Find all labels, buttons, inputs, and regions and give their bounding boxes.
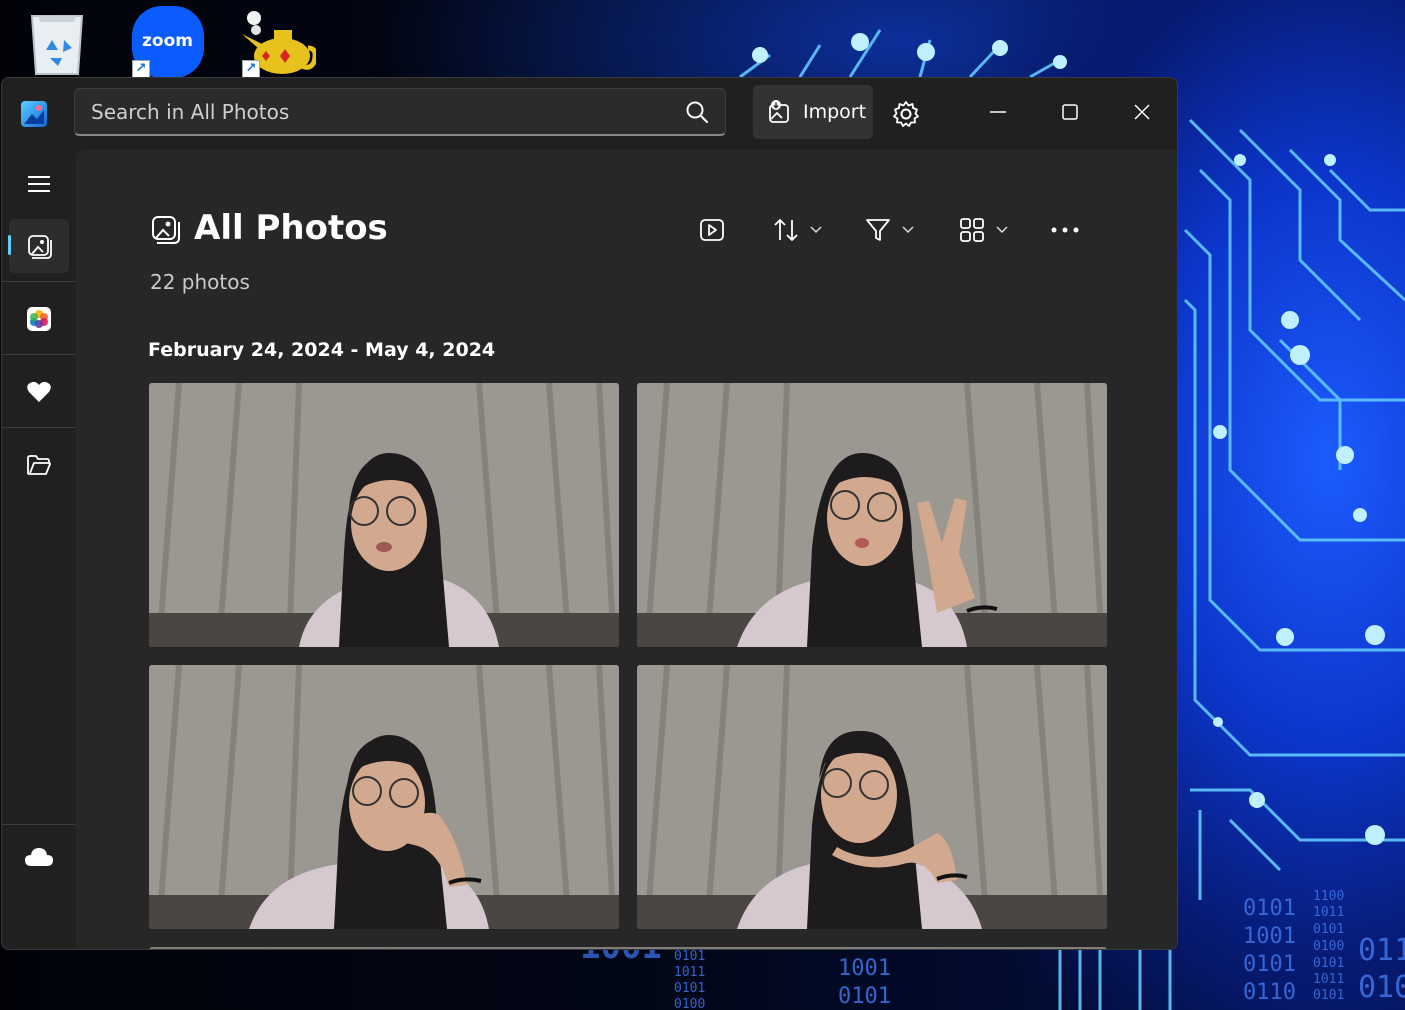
search-input[interactable] bbox=[75, 89, 665, 135]
svg-text:0101: 0101 bbox=[1313, 988, 1344, 1003]
photos-app-icon bbox=[20, 100, 48, 128]
minimize-icon bbox=[990, 111, 1006, 113]
slideshow-icon bbox=[700, 219, 724, 241]
chevron-down-icon bbox=[902, 226, 914, 234]
svg-text:0101: 0101 bbox=[1243, 896, 1296, 921]
hamburger-menu-button[interactable] bbox=[9, 157, 69, 211]
hamburger-icon bbox=[28, 176, 50, 192]
nav-item-favorites[interactable] bbox=[9, 365, 69, 419]
photo-thumbnail[interactable] bbox=[637, 383, 1107, 647]
close-icon bbox=[1134, 104, 1150, 120]
maximize-button[interactable] bbox=[1048, 92, 1092, 132]
genie-lamp-icon[interactable]: ↗ bbox=[236, 4, 318, 78]
maximize-icon bbox=[1062, 104, 1078, 120]
nav-item-all-photos[interactable] bbox=[8, 219, 69, 273]
selected-indicator bbox=[8, 235, 11, 255]
search-icon[interactable] bbox=[685, 100, 709, 124]
svg-text:0101: 0101 bbox=[1313, 922, 1344, 937]
date-range-header: February 24, 2024 - May 4, 2024 bbox=[148, 339, 496, 361]
chevron-down-icon bbox=[810, 226, 822, 234]
zoom-icon-label: zoom bbox=[142, 31, 193, 51]
close-button[interactable] bbox=[1120, 92, 1164, 132]
title-bar: Import bbox=[2, 78, 1177, 150]
zoom-desktop-icon[interactable]: zoom ↗ bbox=[126, 4, 206, 78]
photo-thumbnail[interactable] bbox=[149, 383, 619, 647]
svg-text:1011: 1011 bbox=[1313, 905, 1344, 920]
filter-icon bbox=[866, 219, 890, 241]
icloud-photos-icon bbox=[27, 307, 51, 331]
import-button[interactable]: Import bbox=[753, 85, 873, 139]
filter-button[interactable] bbox=[864, 212, 914, 248]
more-options-button[interactable] bbox=[1050, 212, 1080, 248]
heart-icon bbox=[27, 381, 51, 402]
svg-text:0100: 0100 bbox=[1313, 939, 1344, 954]
photo-count: 22 photos bbox=[150, 270, 250, 294]
import-icon bbox=[767, 99, 793, 125]
shortcut-arrow-icon: ↗ bbox=[242, 60, 260, 78]
sort-icon bbox=[774, 219, 798, 241]
import-label: Import bbox=[803, 101, 867, 123]
photos-app-window: Import bbox=[1, 77, 1178, 950]
photos-icon bbox=[150, 214, 180, 244]
chevron-down-icon bbox=[996, 226, 1008, 234]
svg-text:0101: 0101 bbox=[674, 949, 705, 964]
sort-button[interactable] bbox=[772, 212, 822, 248]
svg-text:0101: 0101 bbox=[1313, 956, 1344, 971]
photos-icon bbox=[28, 235, 52, 259]
navigation-rail bbox=[2, 150, 76, 949]
svg-text:1011: 1011 bbox=[1313, 972, 1344, 987]
minimize-button[interactable] bbox=[976, 92, 1020, 132]
view-options-button[interactable] bbox=[958, 212, 1008, 248]
svg-text:0110: 0110 bbox=[1243, 980, 1296, 1005]
more-icon bbox=[1051, 227, 1079, 233]
page-title: All Photos bbox=[194, 208, 388, 248]
svg-text:0101: 0101 bbox=[838, 984, 891, 1009]
photo-thumbnail[interactable] bbox=[149, 665, 619, 929]
search-box[interactable] bbox=[74, 88, 726, 136]
nav-item-icloud-photos[interactable] bbox=[9, 292, 69, 346]
svg-text:0101: 0101 bbox=[674, 981, 705, 996]
svg-text:0101: 0101 bbox=[1243, 952, 1296, 977]
photo-thumbnail[interactable] bbox=[637, 665, 1107, 929]
recycle-bin-icon[interactable] bbox=[16, 4, 96, 78]
cloud-icon bbox=[25, 848, 53, 866]
svg-text:1011: 1011 bbox=[674, 965, 705, 980]
svg-text:1100: 1100 bbox=[1313, 889, 1344, 904]
grid-view-icon bbox=[960, 218, 984, 242]
nav-item-folders[interactable] bbox=[9, 438, 69, 492]
slideshow-button[interactable] bbox=[698, 212, 726, 248]
svg-text:1001: 1001 bbox=[1243, 924, 1296, 949]
svg-text:011: 011 bbox=[1358, 933, 1405, 968]
main-content: All Photos 22 photos February 24, 2024 -… bbox=[76, 150, 1177, 949]
shortcut-arrow-icon: ↗ bbox=[132, 60, 150, 78]
cloud-sync-button[interactable] bbox=[9, 830, 69, 884]
svg-text:010: 010 bbox=[1358, 970, 1405, 1005]
svg-text:0100: 0100 bbox=[674, 997, 705, 1010]
svg-text:1001: 1001 bbox=[838, 956, 891, 981]
folder-icon bbox=[27, 455, 51, 475]
gear-icon[interactable] bbox=[888, 96, 924, 132]
photo-thumbnail-partial-row[interactable] bbox=[149, 947, 1107, 949]
